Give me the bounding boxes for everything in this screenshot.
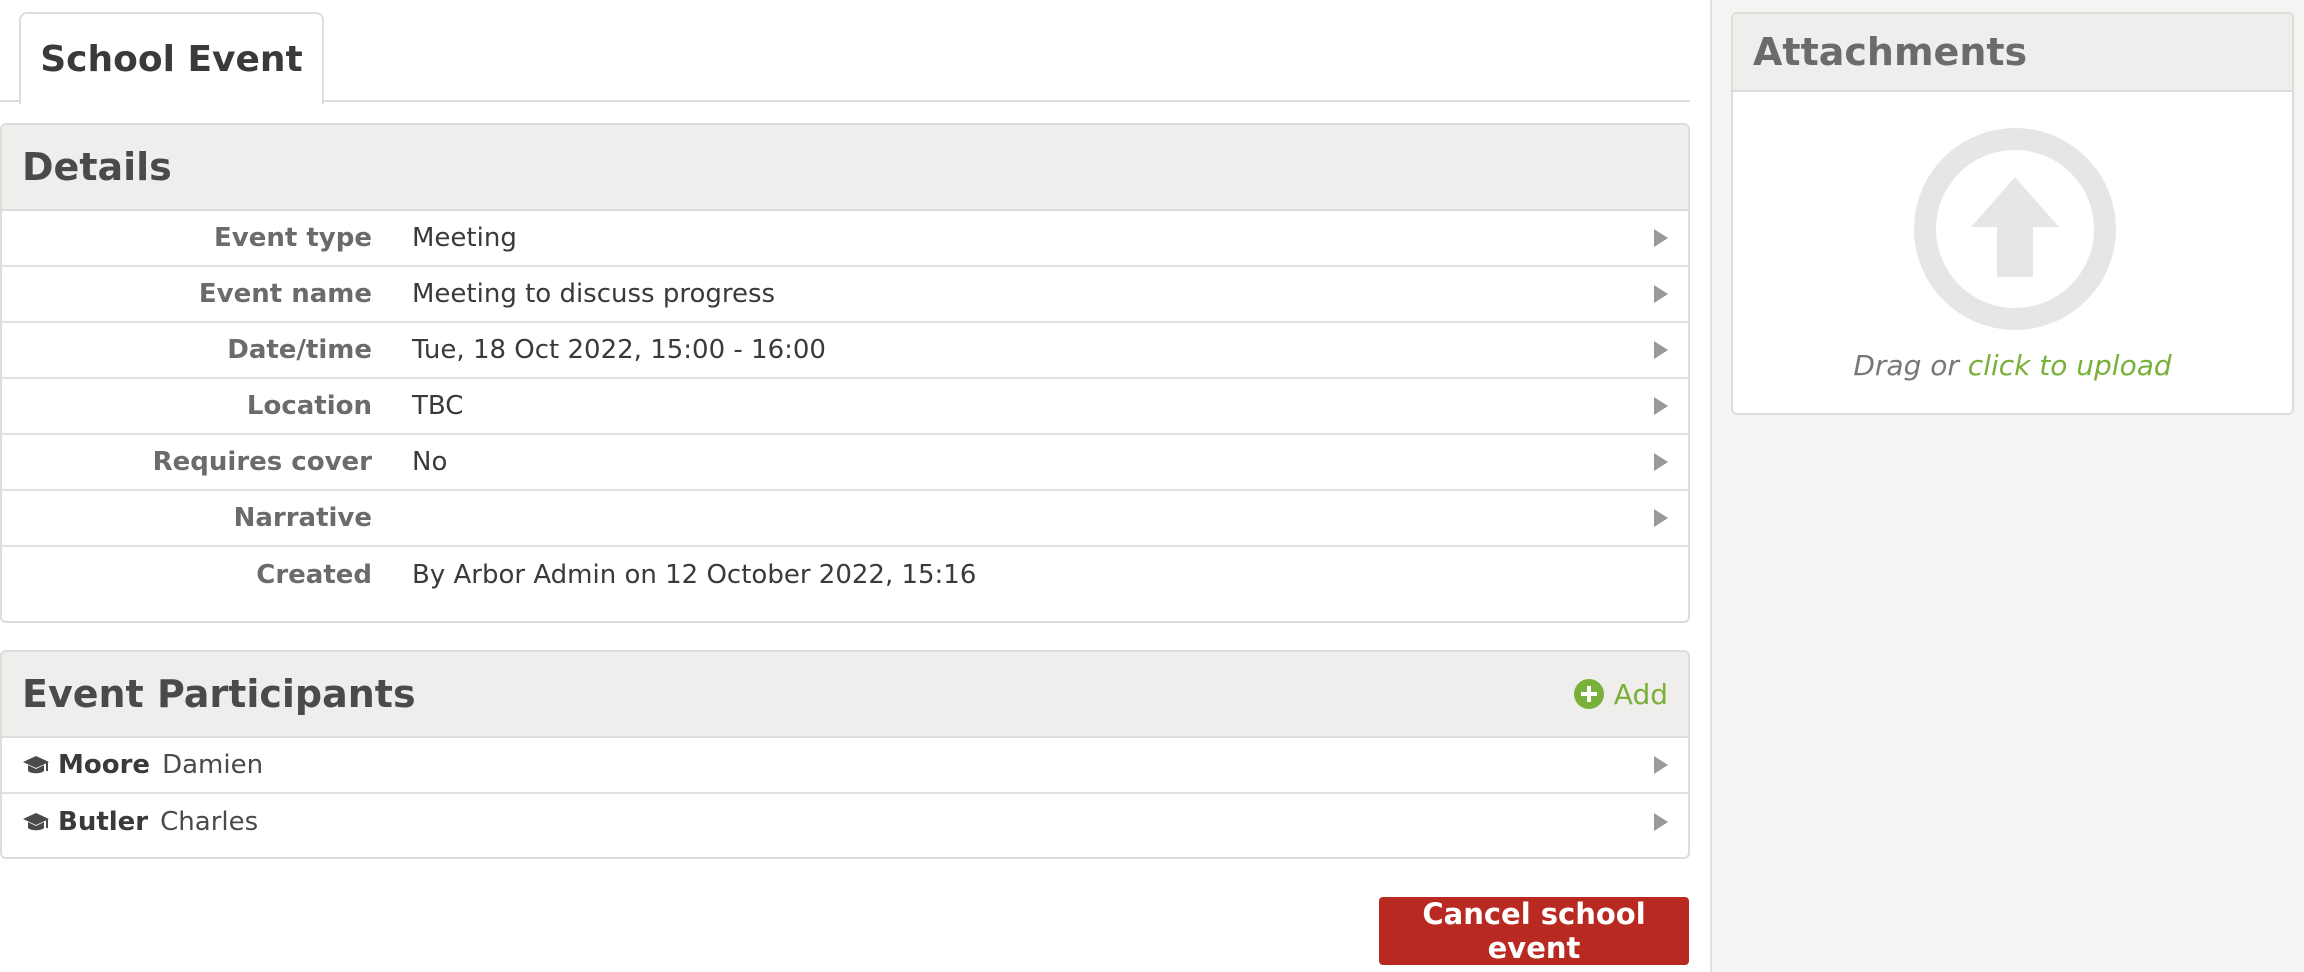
click-to-upload-link[interactable]: click to upload (1968, 349, 2172, 382)
chevron-right-icon[interactable] (1654, 756, 1668, 774)
detail-label: Narrative (233, 503, 372, 533)
cancel-school-event-button[interactable]: Cancel school event (1379, 897, 1689, 965)
detail-label: Created (256, 560, 372, 590)
detail-row-event-name[interactable]: Event name Meeting to discuss progress (2, 267, 1688, 323)
detail-label: Requires cover (152, 447, 372, 477)
detail-value: Tue, 18 Oct 2022, 15:00 - 16:00 (412, 335, 826, 365)
add-participant-button[interactable]: Add (1573, 677, 1668, 711)
chevron-right-icon[interactable] (1654, 285, 1668, 303)
chevron-right-icon[interactable] (1654, 341, 1668, 359)
chevron-right-icon[interactable] (1654, 229, 1668, 247)
detail-label: Date/time (227, 335, 372, 365)
participants-title: Event Participants (22, 672, 416, 716)
detail-value: Meeting to discuss progress (412, 279, 776, 309)
detail-value: By Arbor Admin on 12 October 2022, 15:16 (412, 560, 977, 590)
detail-row-narrative[interactable]: Narrative (2, 491, 1688, 547)
participant-first-name: Charles (160, 807, 259, 837)
add-label: Add (1613, 677, 1668, 711)
chevron-right-icon[interactable] (1654, 509, 1668, 527)
upload-arrow-icon[interactable] (1913, 127, 2117, 331)
detail-label: Event name (198, 279, 372, 309)
attachments-panel: Attachments Drag or click to upload (1731, 12, 2294, 415)
detail-value: No (412, 447, 448, 477)
details-title: Details (22, 145, 172, 189)
detail-value: TBC (412, 391, 464, 421)
detail-label: Location (246, 391, 372, 421)
participant-row[interactable]: Moore Damien (2, 738, 1688, 794)
participants-header: Event Participants Add (2, 652, 1688, 738)
attachments-header: Attachments (1733, 14, 2292, 92)
tab-bar: School Event (0, 0, 1690, 104)
participant-surname: Moore (58, 750, 151, 780)
details-header: Details (2, 125, 1688, 211)
detail-row-requires-cover[interactable]: Requires cover No (2, 435, 1688, 491)
participants-panel: Event Participants Add Moore Damien Butl… (0, 650, 1690, 859)
detail-row-event-type[interactable]: Event type Meeting (2, 211, 1688, 267)
drag-text: Drag or (1853, 349, 1959, 382)
detail-row-location[interactable]: Location TBC (2, 379, 1688, 435)
upload-dropzone-text: Drag or click to upload (1733, 349, 2292, 382)
detail-value: Meeting (412, 223, 517, 253)
chevron-right-icon[interactable] (1654, 397, 1668, 415)
participant-surname: Butler (58, 807, 149, 837)
attachments-title: Attachments (1753, 30, 2028, 74)
graduation-cap-icon (23, 756, 49, 774)
detail-label: Event type (214, 223, 372, 253)
graduation-cap-icon (23, 813, 49, 831)
chevron-right-icon[interactable] (1654, 813, 1668, 831)
chevron-right-icon[interactable] (1654, 453, 1668, 471)
participant-first-name: Damien (162, 750, 264, 780)
plus-circle-icon (1573, 679, 1604, 709)
detail-row-date-time[interactable]: Date/time Tue, 18 Oct 2022, 15:00 - 16:0… (2, 323, 1688, 379)
detail-row-created: Created By Arbor Admin on 12 October 202… (2, 547, 1688, 603)
tab-school-event[interactable]: School Event (19, 12, 324, 104)
main-content: School Event Details Event type Meeting … (0, 0, 1710, 972)
participant-row[interactable]: Butler Charles (2, 794, 1688, 850)
details-panel: Details Event type Meeting Event name Me… (0, 123, 1690, 623)
